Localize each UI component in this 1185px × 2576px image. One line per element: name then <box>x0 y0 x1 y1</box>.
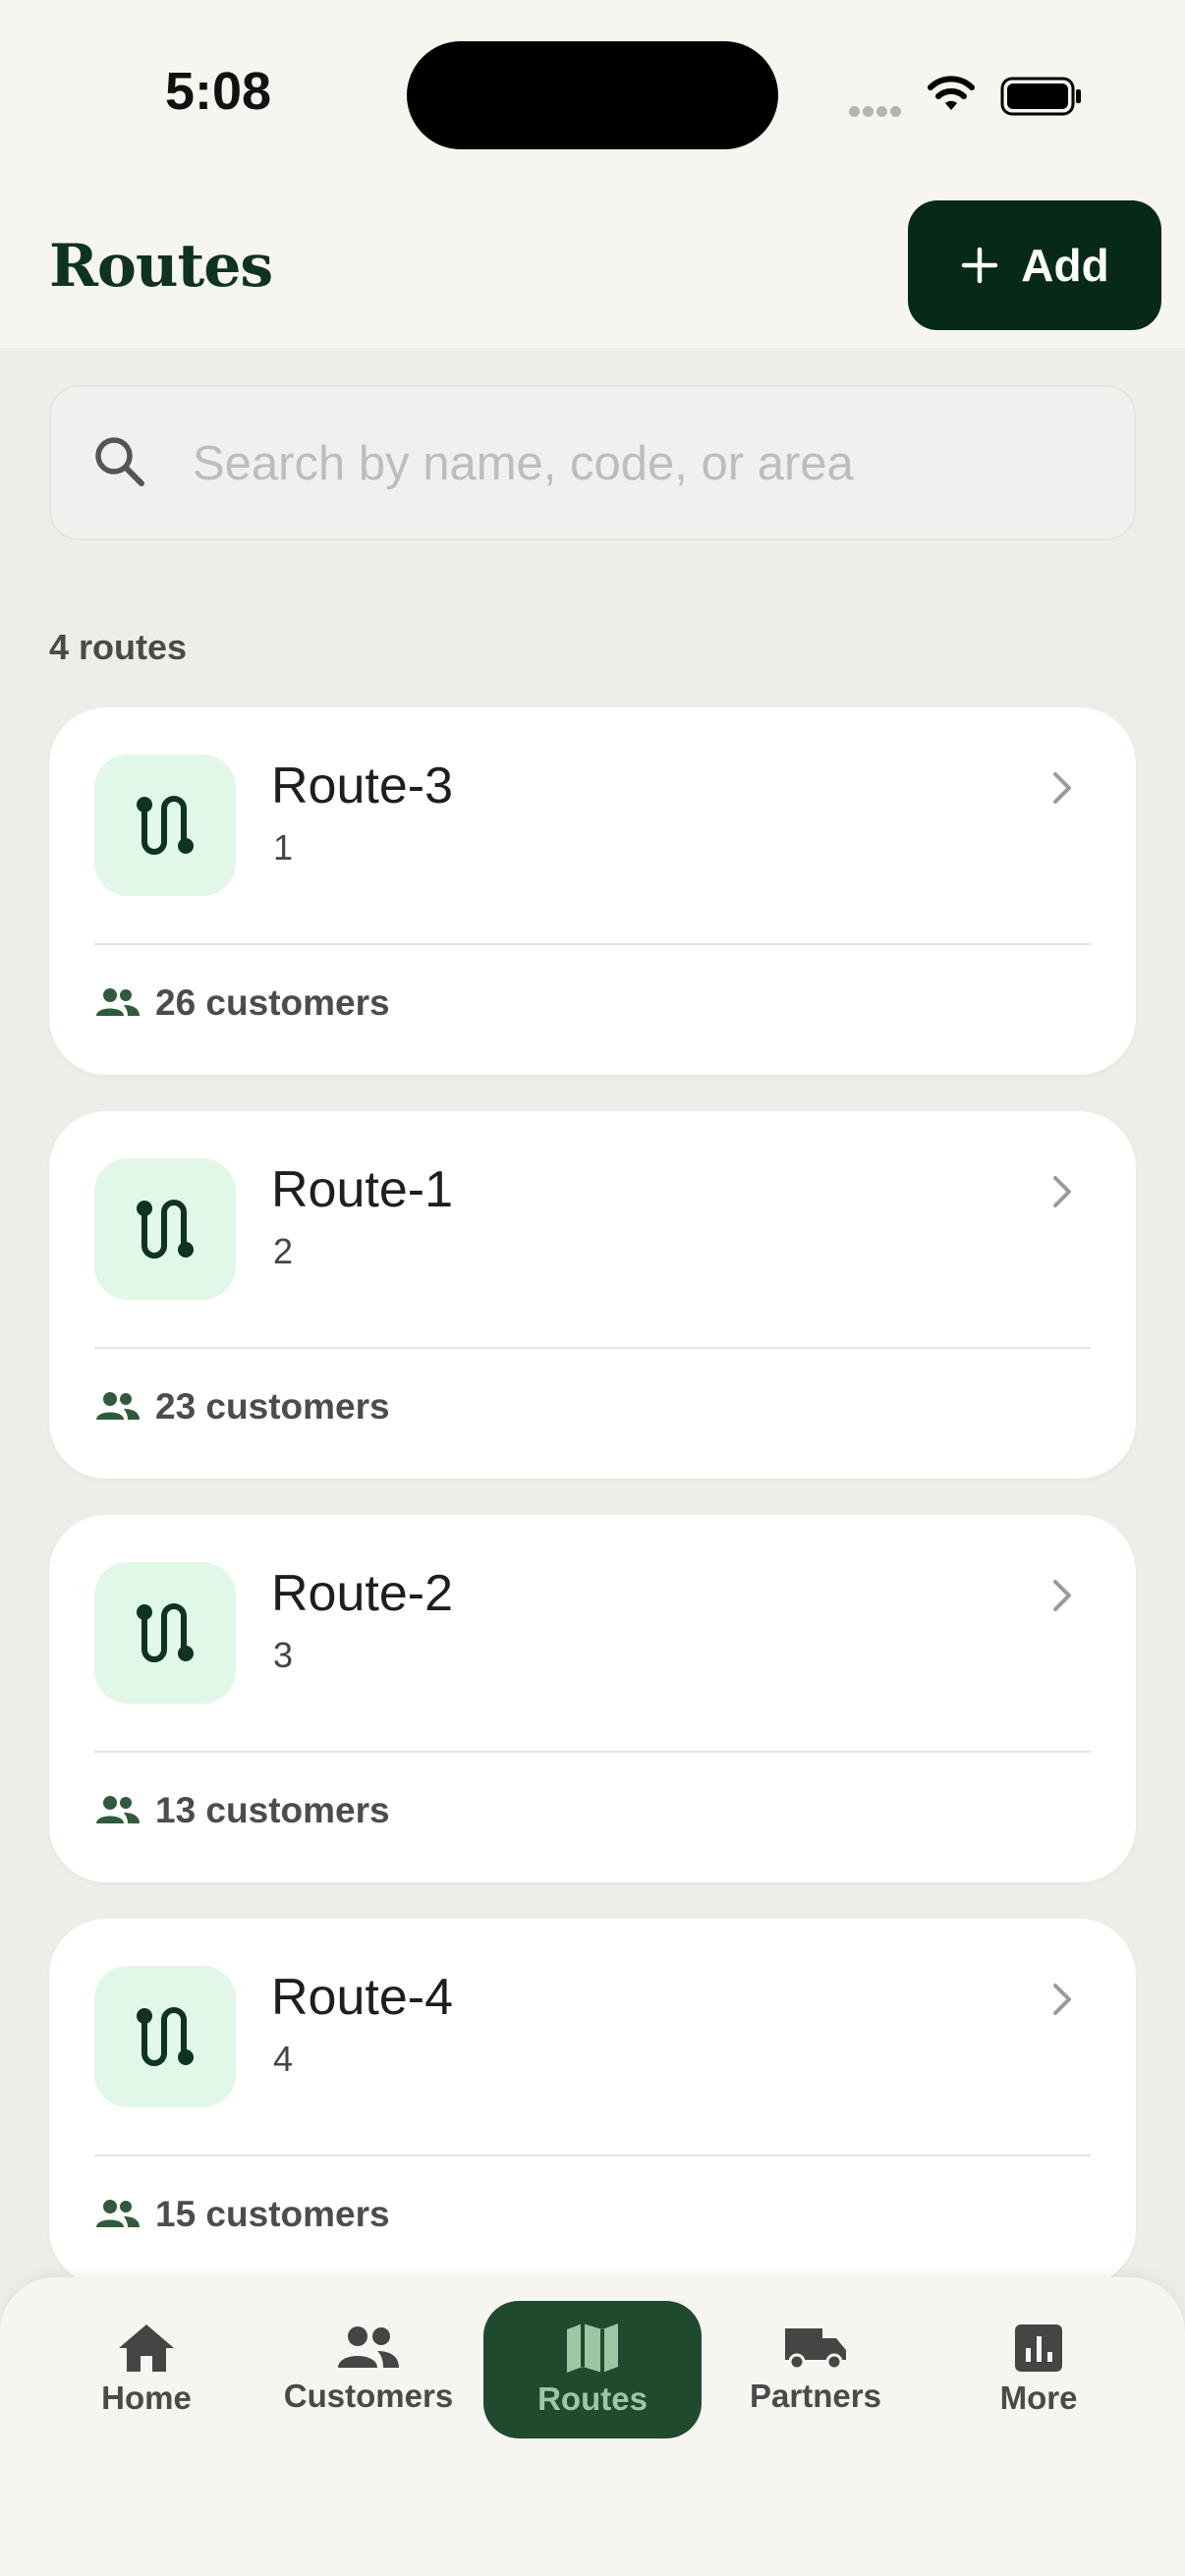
search-icon <box>95 437 144 486</box>
people-icon <box>338 2326 399 2368</box>
chevron-right-icon <box>1053 1580 1071 1611</box>
nav-item-more[interactable]: More <box>951 2301 1126 2438</box>
nav-item-routes[interactable]: Routes <box>483 2301 702 2438</box>
card-footer: 23 customers <box>94 1386 390 1428</box>
nav-item-partners[interactable]: Partners <box>733 2301 898 2438</box>
bottom-nav: Home Customers Routes Partners More <box>0 2277 1185 2576</box>
card-divider <box>94 943 1091 945</box>
map-icon <box>567 2324 618 2373</box>
card-footer: 15 customers <box>94 2194 390 2235</box>
plus-icon <box>962 247 998 284</box>
dynamic-island <box>407 41 778 149</box>
page-title: Routes <box>49 232 273 301</box>
add-route-button[interactable]: Add <box>908 200 1161 330</box>
nav-label: Customers <box>283 2378 454 2414</box>
nav-label: Home <box>101 2380 192 2416</box>
route-card[interactable]: Route-4 4 15 customers <box>49 1919 1136 2286</box>
route-code: 1 <box>273 827 294 868</box>
status-bar: 5:08 <box>0 0 1185 187</box>
search-input[interactable] <box>193 426 1077 501</box>
nav-label: Partners <box>750 2378 881 2414</box>
nav-label: Routes <box>537 2380 648 2417</box>
route-name: Route-1 <box>271 1161 453 1218</box>
truck-icon <box>785 2328 846 2371</box>
chevron-right-icon <box>1053 1984 1071 2015</box>
route-card[interactable]: Route-1 2 23 customers <box>49 1111 1136 1479</box>
customer-count: 13 customers <box>155 1790 390 1830</box>
chevron-right-icon <box>1053 1176 1071 1207</box>
route-code: 4 <box>273 2039 294 2079</box>
nav-item-customers[interactable]: Customers <box>275 2301 462 2438</box>
route-card[interactable]: Route-2 3 13 customers <box>49 1515 1136 1882</box>
people-icon <box>96 1796 140 1823</box>
route-icon <box>94 1966 236 2107</box>
header: Routes Add <box>0 187 1185 348</box>
nav-label: More <box>999 2380 1078 2416</box>
customer-count: 26 customers <box>155 982 390 1023</box>
route-code: 2 <box>273 1231 294 1271</box>
route-name: Route-2 <box>271 1565 453 1622</box>
people-icon <box>96 2200 140 2227</box>
route-code: 3 <box>273 1635 294 1675</box>
people-icon <box>96 1392 140 1420</box>
route-list: Route-3 1 26 customers Route-1 2 23 cust… <box>49 707 1136 2323</box>
home-icon <box>119 2324 174 2372</box>
routes-count: 4 routes <box>49 627 188 667</box>
cellular-signal-icon <box>849 104 904 122</box>
wifi-icon <box>928 76 975 110</box>
route-name: Route-3 <box>271 757 453 814</box>
chevron-right-icon <box>1053 772 1071 804</box>
customer-count: 23 customers <box>155 1386 390 1427</box>
people-icon <box>96 988 140 1016</box>
route-card[interactable]: Route-3 1 26 customers <box>49 707 1136 1075</box>
add-button-label: Add <box>1021 240 1109 291</box>
route-icon <box>94 1562 236 1704</box>
card-divider <box>94 1347 1091 1349</box>
card-footer: 26 customers <box>94 982 390 1024</box>
card-footer: 13 customers <box>94 1790 390 1831</box>
card-divider <box>94 1751 1091 1753</box>
route-icon <box>94 755 236 896</box>
search-box[interactable] <box>49 385 1136 540</box>
card-divider <box>94 2155 1091 2156</box>
chart-icon <box>1015 2324 1062 2372</box>
status-time: 5:08 <box>165 62 272 121</box>
customer-count: 15 customers <box>155 2194 390 2234</box>
route-icon <box>94 1158 236 1300</box>
battery-icon <box>1000 77 1081 116</box>
nav-item-home[interactable]: Home <box>59 2301 234 2438</box>
route-name: Route-4 <box>271 1969 453 2026</box>
